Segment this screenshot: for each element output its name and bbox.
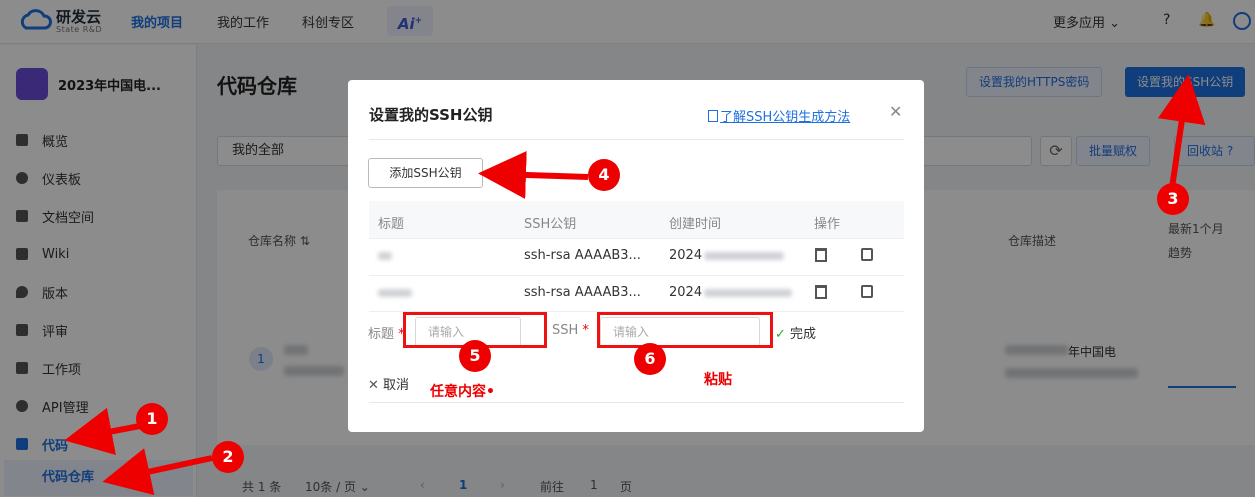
- annotation-note-title: 任意内容•: [430, 384, 495, 400]
- arrow-2: [102, 448, 213, 496]
- annotation-badge-1: 1: [136, 403, 168, 435]
- annotation-note-ssh: 粘贴: [704, 372, 732, 388]
- annotation-arrows: [64, 74, 1206, 496]
- annotation-badge-6: 6: [634, 343, 666, 375]
- annotation-badge-4: 4: [588, 159, 620, 191]
- arrow-4: [478, 150, 589, 199]
- arrow-1: [64, 407, 141, 455]
- arrow-3: [1157, 74, 1206, 189]
- annotation-badge-2: 2: [212, 441, 244, 473]
- annotation-badge-3: 3: [1157, 183, 1189, 215]
- annotation-badge-5: 5: [459, 340, 491, 372]
